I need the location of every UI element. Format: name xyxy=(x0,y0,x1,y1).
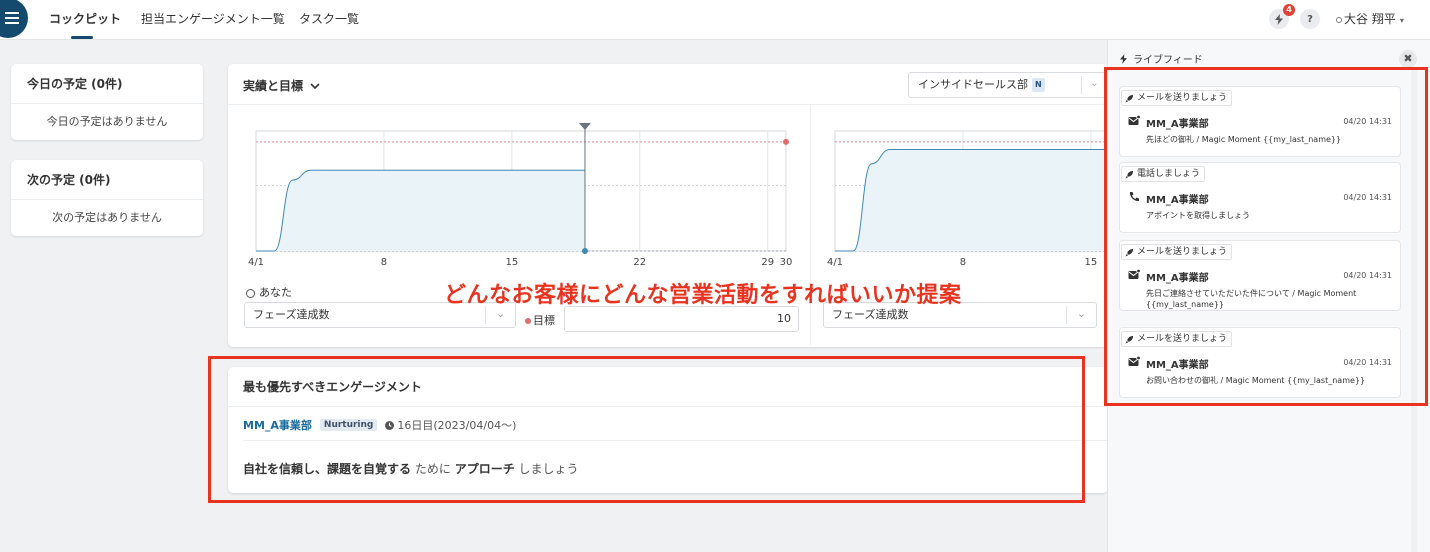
department-badge: N xyxy=(1032,78,1045,92)
performance-title-toggle[interactable]: 実績と目標 xyxy=(243,77,320,94)
today-point xyxy=(581,248,588,254)
x-tick-label: 8 xyxy=(960,257,966,268)
x-tick-label: 29 xyxy=(761,257,774,268)
help-button[interactable]: ? xyxy=(1300,9,1320,29)
chevron-down-icon: ⌄ xyxy=(1066,306,1096,324)
next-schedule-card: 次の予定 (0件) 次の予定はありません xyxy=(11,160,203,236)
annotation-box-feed xyxy=(1104,67,1428,406)
annotation-text: どんなお客様にどんな営業活動をすればいいか提案 xyxy=(444,283,962,308)
top-nav-bar: コックピット 担当エンゲージメント一覧 タスク一覧 4 ? 大谷 翔平 ▾ xyxy=(0,0,1430,40)
header-divider xyxy=(228,104,1128,105)
department-label: インサイドセールス部 xyxy=(918,78,1028,91)
live-feed-title: ライブフィード xyxy=(1133,55,1203,66)
annotation-box-engagement xyxy=(208,356,1085,503)
tab-engagement-list[interactable]: 担当エンゲージメント一覧 xyxy=(141,0,285,40)
tab-cockpit[interactable]: コックピット xyxy=(49,0,121,40)
menu-button[interactable] xyxy=(0,0,28,38)
x-tick-label: 22 xyxy=(633,257,646,268)
goal-input[interactable]: 10 xyxy=(564,306,799,332)
notification-count-badge: 4 xyxy=(1283,4,1295,16)
x-tick-label: 4/1 xyxy=(248,257,264,268)
today-schedule-card: 今日の予定 (0件) 今日の予定はありません xyxy=(11,64,203,140)
you-label-row: あなた xyxy=(246,284,292,300)
hamburger-icon xyxy=(5,12,19,24)
goal-point xyxy=(783,138,789,145)
close-icon: ✖ xyxy=(1403,52,1413,65)
right-metric-value: フェーズ達成数 xyxy=(832,308,909,321)
series-area xyxy=(835,149,1128,251)
goal-label: 目標 xyxy=(533,314,555,327)
next-schedule-title: 次の予定 (0件) xyxy=(11,160,203,200)
department-select[interactable]: インサイドセールス部 N ⌄ xyxy=(908,72,1108,98)
next-schedule-empty: 次の予定はありません xyxy=(52,211,162,224)
x-tick-label: 4/1 xyxy=(827,257,843,268)
user-icon xyxy=(246,288,255,298)
performance-chart-left: 4/1 8 15 22 29 30 xyxy=(248,123,793,268)
x-tick-label: 15 xyxy=(1084,257,1097,268)
lightning-icon xyxy=(1120,53,1127,64)
lightning-icon xyxy=(1275,13,1283,25)
you-label: あなた xyxy=(259,286,292,299)
user-name: 大谷 翔平 xyxy=(1344,12,1396,26)
left-metric-value: フェーズ達成数 xyxy=(253,308,330,321)
live-feed-header: ライブフィード xyxy=(1120,51,1203,66)
help-icon: ? xyxy=(1307,13,1313,25)
x-tick-label: 15 xyxy=(505,257,518,268)
today-marker-icon xyxy=(578,123,591,130)
today-schedule-title: 今日の予定 (0件) xyxy=(11,64,203,104)
performance-chart-right: 4/1 8 15 xyxy=(827,130,1128,268)
goal-label-row: 目標 xyxy=(525,312,555,328)
x-tick-label: 30 xyxy=(780,257,793,268)
performance-title: 実績と目標 xyxy=(243,79,304,93)
user-menu[interactable]: 大谷 翔平 ▾ xyxy=(1336,0,1404,38)
goal-dot-icon xyxy=(525,318,531,324)
chevron-down-icon: ▾ xyxy=(1399,16,1404,25)
close-button[interactable]: ✖ xyxy=(1399,50,1417,68)
tab-task-list[interactable]: タスク一覧 xyxy=(299,0,359,40)
user-status-icon xyxy=(1336,16,1342,23)
chevron-down-icon xyxy=(310,79,320,93)
x-tick-label: 8 xyxy=(381,257,387,268)
today-schedule-empty: 今日の予定はありません xyxy=(46,115,168,128)
series-area xyxy=(256,170,585,251)
active-tab-indicator xyxy=(71,36,93,39)
